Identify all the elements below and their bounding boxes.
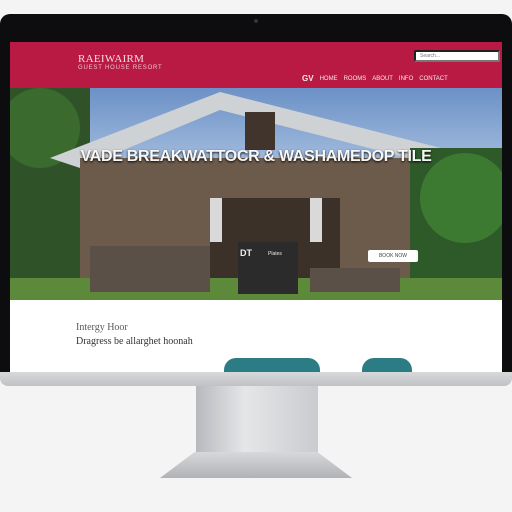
logo-title: RAEIWAIRM xyxy=(78,53,145,65)
logo-subtitle: GUEST HOUSE RESORT xyxy=(78,65,163,72)
camera-icon xyxy=(254,19,258,23)
content-section: Intergy Hoor Dragress be allarghet hoona… xyxy=(10,300,502,376)
pillar-right xyxy=(310,198,322,242)
nav-item-first[interactable]: GV xyxy=(302,74,314,83)
mailbox-label: DT xyxy=(240,248,252,258)
section-title: Intergy Hoor xyxy=(76,322,128,333)
nav-item-contact[interactable]: CONTACT xyxy=(419,76,448,82)
pillar-left xyxy=(210,198,222,242)
search-input[interactable] xyxy=(414,50,500,62)
nav-item-info[interactable]: INFO xyxy=(399,76,413,82)
website-screen: RAEIWAIRM GUEST HOUSE RESORT GV HOME ROO… xyxy=(10,42,502,376)
section-subtitle: Dragress be allarghet hoonah xyxy=(76,336,193,347)
monitor-stand xyxy=(196,386,318,454)
hero-house-illustration xyxy=(10,88,502,300)
stone-wall-right xyxy=(310,268,400,292)
main-nav: GV HOME ROOMS ABOUT INFO CONTACT xyxy=(302,74,448,83)
hero-headline: VADE BREAKWATTOCR & WASHAMEDOP TILE xyxy=(80,148,432,165)
site-logo[interactable]: RAEIWAIRM GUEST HOUSE RESORT xyxy=(78,53,163,72)
nav-item-home[interactable]: HOME xyxy=(320,76,338,82)
mailbox-sublabel: Plates xyxy=(268,251,282,257)
site-header: RAEIWAIRM GUEST HOUSE RESORT GV HOME ROO… xyxy=(10,42,502,88)
monitor-chin xyxy=(0,372,512,386)
book-now-button[interactable]: BOOK NOW xyxy=(368,250,418,262)
stone-wall xyxy=(90,246,210,292)
monitor-bezel: RAEIWAIRM GUEST HOUSE RESORT GV HOME ROO… xyxy=(0,14,512,386)
nav-item-about[interactable]: ABOUT xyxy=(372,76,393,82)
hero-banner: VADE BREAKWATTOCR & WASHAMEDOP TILE DT P… xyxy=(10,88,502,300)
monitor-stand-base xyxy=(160,452,352,478)
house-upper-window xyxy=(245,112,275,150)
nav-item-rooms[interactable]: ROOMS xyxy=(344,76,367,82)
